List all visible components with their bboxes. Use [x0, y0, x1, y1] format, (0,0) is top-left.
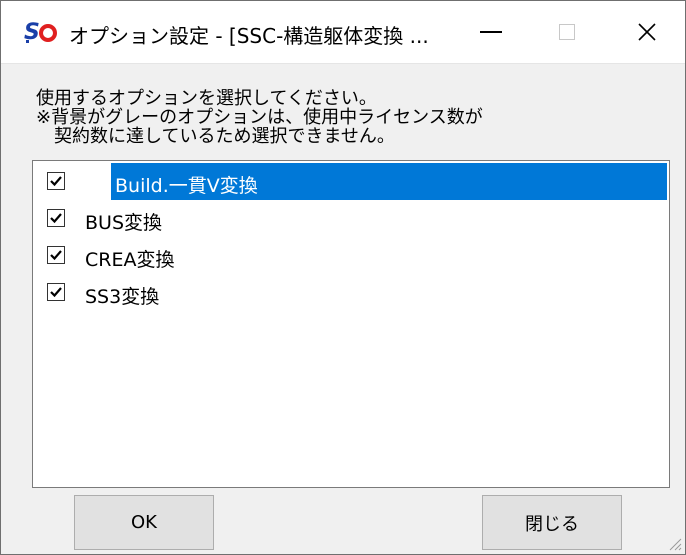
checkmark-icon	[50, 176, 62, 187]
options-dialog: S オプション設定 - [SSC-構造躯体変換 ... 使用するオプションを選択…	[0, 0, 686, 555]
minimize-button[interactable]	[453, 1, 529, 63]
checkmark-icon	[50, 250, 62, 261]
option-item-build[interactable]: Build.一貫Ⅴ変換	[47, 163, 667, 200]
close-icon	[638, 23, 656, 41]
instructions-line-3: 契約数に達しているため選択できません。	[36, 126, 395, 147]
option-label: CREA変換	[85, 249, 175, 271]
option-item-crea[interactable]: CREA変換	[35, 237, 667, 274]
option-label: SS3変換	[85, 286, 160, 308]
app-logo-icon: S	[24, 20, 57, 45]
instructions-text: 使用するオプションを選択してください。 ※背景がグレーのオプションは、使用中ライ…	[36, 89, 483, 146]
option-label: BUS変換	[85, 212, 163, 234]
option-label: Build.一貫Ⅴ変換	[115, 175, 258, 197]
checkmark-icon	[50, 287, 62, 298]
title-bar[interactable]: S オプション設定 - [SSC-構造躯体変換 ...	[1, 1, 685, 64]
window-title: オプション設定 - [SSC-構造躯体変換 ...	[69, 24, 429, 48]
option-checkbox-bus[interactable]	[47, 209, 65, 227]
close-window-button[interactable]	[609, 1, 685, 63]
maximize-button[interactable]	[529, 1, 605, 63]
instructions-line-2: ※背景がグレーのオプションは、使用中ライセンス数が	[36, 107, 483, 128]
option-checkbox-ss3[interactable]	[47, 283, 65, 301]
maximize-icon	[559, 24, 575, 40]
option-item-bus[interactable]: BUS変換	[35, 200, 667, 237]
close-button[interactable]: 閉じる	[482, 495, 622, 550]
option-item-ss3[interactable]: SS3変換	[35, 274, 667, 311]
resize-grip-icon[interactable]	[666, 535, 682, 551]
checkmark-icon	[50, 213, 62, 224]
instructions-line-1: 使用するオプションを選択してください。	[36, 88, 377, 109]
option-checkbox-build[interactable]	[47, 172, 65, 190]
option-checkbox-crea[interactable]	[47, 246, 65, 264]
options-listbox[interactable]: Build.一貫Ⅴ変換 BUS変換 CREA変換 SS3変換	[32, 160, 670, 488]
ok-button[interactable]: OK	[74, 495, 214, 550]
minimize-icon	[480, 31, 502, 33]
